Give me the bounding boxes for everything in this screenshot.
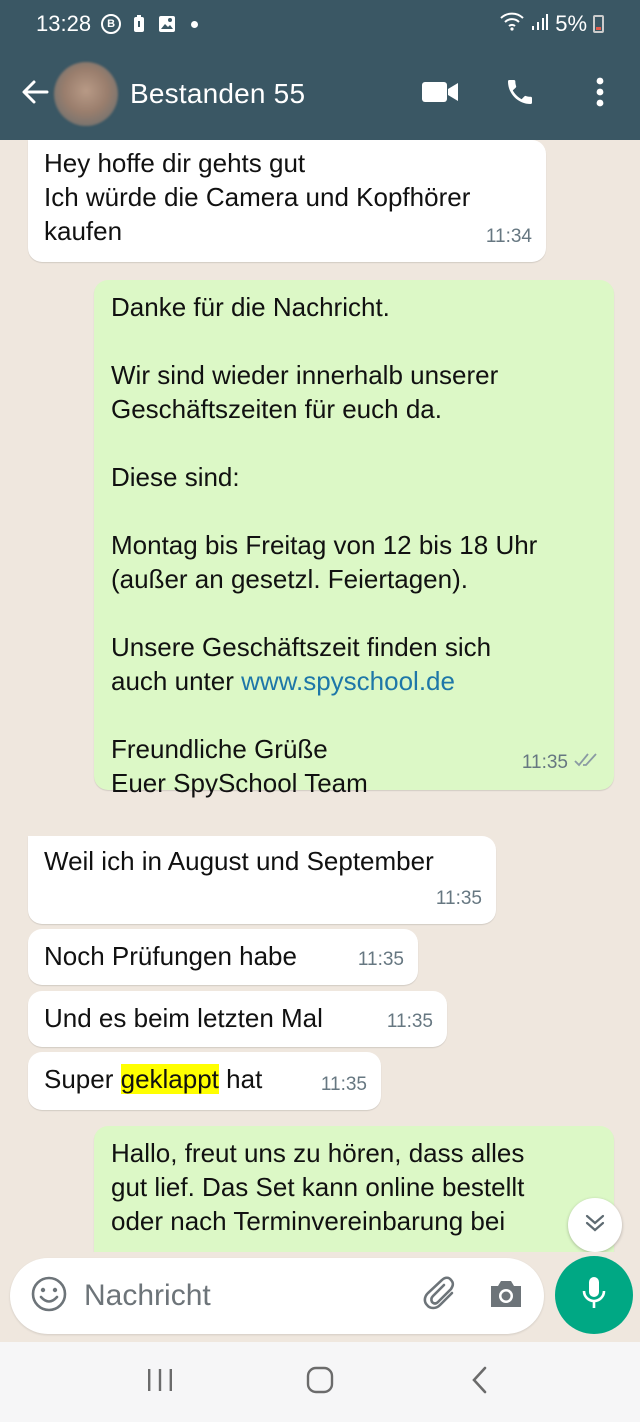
message-text-part: hat bbox=[218, 1064, 263, 1094]
video-call-icon bbox=[421, 79, 459, 110]
voice-message-button[interactable] bbox=[555, 1256, 633, 1334]
message-outgoing[interactable]: Hallo, freut uns zu hören, dass alles gu… bbox=[94, 1126, 614, 1252]
voice-call-button[interactable] bbox=[480, 48, 560, 140]
message-time: 11:35 bbox=[435, 888, 482, 909]
message-text: Hallo, freut uns zu hören, dass alles gu… bbox=[111, 1138, 525, 1236]
message-text: Weil ich in August und September bbox=[44, 846, 434, 876]
image-icon bbox=[157, 14, 177, 34]
wifi-icon bbox=[499, 11, 525, 37]
message-time: 11:35 bbox=[521, 752, 568, 773]
message-time: 11:35 bbox=[320, 1074, 367, 1095]
message-list[interactable]: Hey hoffe dir gehts gut Ich würde die Ca… bbox=[0, 140, 640, 1252]
status-time: 13:28 bbox=[36, 11, 92, 36]
chat-header: Bestanden 55 bbox=[0, 48, 640, 140]
chat-title[interactable]: Bestanden 55 bbox=[130, 78, 305, 110]
avatar[interactable] bbox=[54, 62, 118, 126]
dot-icon bbox=[191, 20, 199, 28]
message-incoming[interactable]: Hey hoffe dir gehts gut Ich würde die Ca… bbox=[28, 140, 546, 262]
b-circle-icon: B bbox=[101, 14, 122, 34]
message-time: 11:35 bbox=[386, 1011, 433, 1032]
mic-icon bbox=[580, 1275, 608, 1316]
message-composer[interactable]: Nachricht bbox=[10, 1258, 544, 1334]
emoji-icon[interactable] bbox=[30, 1275, 68, 1318]
message-incoming[interactable]: Und es beim letzten Mal 11:35 bbox=[28, 991, 447, 1047]
message-text: Hey hoffe dir gehts gut Ich würde die Ca… bbox=[44, 148, 471, 246]
attach-icon[interactable] bbox=[422, 1275, 460, 1318]
battery-notification-icon bbox=[129, 14, 149, 34]
message-time: 11:35 bbox=[357, 949, 404, 970]
back-icon bbox=[468, 1365, 492, 1400]
battery-text: 5% bbox=[555, 11, 587, 36]
message-incoming[interactable]: Noch Prüfungen habe 11:35 bbox=[28, 929, 418, 985]
recent-apps-button[interactable] bbox=[130, 1352, 190, 1412]
chevron-double-down-icon bbox=[584, 1213, 606, 1238]
more-options-button[interactable] bbox=[560, 48, 640, 140]
message-text: Super geklappt hat bbox=[44, 1062, 363, 1096]
message-time: 11:34 bbox=[485, 226, 532, 247]
message-text-part: Danke für die Nachricht. Wir sind wieder… bbox=[111, 292, 538, 696]
home-button[interactable] bbox=[290, 1352, 350, 1412]
highlighted-word: geklappt bbox=[120, 1064, 219, 1094]
video-call-button[interactable] bbox=[400, 48, 480, 140]
message-link[interactable]: www.spyschool.de bbox=[241, 666, 455, 696]
scroll-to-bottom-button[interactable] bbox=[568, 1198, 622, 1252]
status-bar: 13:28 B 5% bbox=[0, 0, 640, 48]
more-vert-icon bbox=[596, 77, 604, 112]
home-icon bbox=[305, 1365, 335, 1400]
message-text: Und es beim letzten Mal bbox=[44, 1003, 323, 1033]
message-incoming[interactable]: Weil ich in August und September 11:35 bbox=[28, 836, 496, 924]
back-button[interactable] bbox=[0, 48, 50, 140]
system-nav-bar bbox=[0, 1342, 640, 1422]
message-text: Noch Prüfungen habe bbox=[44, 941, 297, 971]
message-incoming[interactable]: Super geklappt hat 11:35 bbox=[28, 1052, 381, 1110]
message-outgoing[interactable]: Danke für die Nachricht. Wir sind wieder… bbox=[94, 280, 614, 798]
phone-icon bbox=[504, 76, 536, 113]
battery-icon bbox=[593, 15, 604, 33]
camera-icon[interactable] bbox=[488, 1278, 524, 1315]
back-arrow-icon bbox=[20, 77, 50, 112]
recent-apps-icon bbox=[145, 1367, 175, 1398]
nav-back-button[interactable] bbox=[450, 1352, 510, 1412]
message-text: Danke für die Nachricht. Wir sind wieder… bbox=[111, 290, 596, 800]
message-input[interactable]: Nachricht bbox=[84, 1279, 211, 1313]
signal-icon bbox=[531, 11, 549, 37]
double-check-icon bbox=[574, 746, 600, 780]
message-text-part: Freundliche Grüße Euer SpySchool Team bbox=[111, 734, 368, 798]
message-text-part: Super bbox=[44, 1064, 121, 1094]
